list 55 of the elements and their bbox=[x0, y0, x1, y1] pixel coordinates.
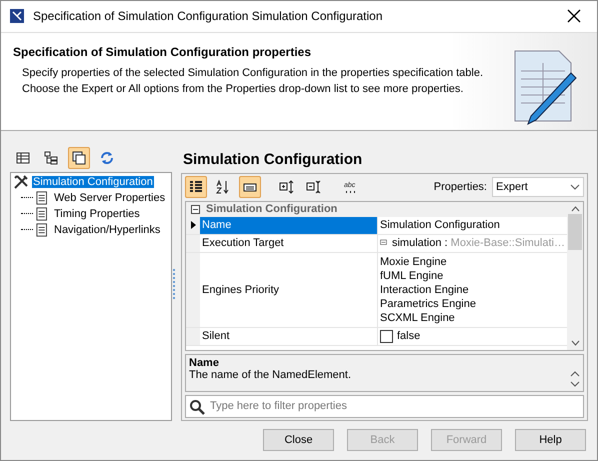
sort-icon bbox=[215, 178, 231, 195]
window-title: Specification of Simulation Configuration Simulation Configuration bbox=[33, 9, 384, 24]
property-name[interactable]: Name bbox=[200, 216, 378, 234]
refresh-icon bbox=[99, 150, 115, 166]
collapse-icon[interactable] bbox=[191, 204, 200, 214]
tree-icon bbox=[43, 150, 59, 166]
property-name[interactable]: Engines Priority bbox=[200, 252, 378, 327]
row-pointer-icon bbox=[190, 221, 196, 230]
property-value: SCXML Engine bbox=[380, 310, 455, 325]
property-name[interactable]: Silent bbox=[200, 328, 378, 345]
property-value: Interaction Engine bbox=[380, 282, 469, 297]
property-value: false bbox=[397, 329, 420, 344]
expand-icon bbox=[279, 178, 295, 195]
list-icon bbox=[188, 178, 204, 195]
tree-item[interactable]: Navigation/Hyperlinks bbox=[53, 224, 162, 236]
windows-icon bbox=[71, 150, 87, 166]
tree-item[interactable]: Simulation Configuration bbox=[32, 176, 154, 188]
filter-field[interactable]: Type here to filter properties bbox=[185, 394, 584, 418]
toolbar-button[interactable] bbox=[239, 176, 261, 198]
dialog-button[interactable]: Help bbox=[515, 429, 586, 452]
property-value: simulation : Moxie-Base::Simulati… bbox=[392, 236, 565, 250]
collapse-icon bbox=[306, 178, 322, 195]
header-description: Specify properties of the selected Simulation Configuration in the properties specification table. bbox=[21, 66, 484, 81]
property-value: Simulation Configuration bbox=[380, 218, 500, 232]
tree-item[interactable]: Web Server Properties bbox=[53, 192, 166, 204]
chevron-down-icon bbox=[570, 184, 580, 190]
header-description: Choose the Expert or All options from the Properties drop-down list to see more properties. bbox=[21, 82, 464, 97]
tools-icon bbox=[13, 174, 29, 190]
description-title: Name bbox=[189, 356, 220, 369]
properties-label: Properties: bbox=[434, 180, 487, 193]
document-icon bbox=[36, 190, 50, 206]
toolbar-button[interactable] bbox=[185, 176, 207, 198]
checkbox[interactable] bbox=[380, 330, 393, 343]
tree-item[interactable]: Timing Properties bbox=[53, 208, 141, 220]
scrollbar[interactable] bbox=[567, 202, 583, 350]
header-title: Specification of Simulation Configuration properties bbox=[13, 44, 312, 59]
row-header[interactable] bbox=[186, 216, 200, 234]
properties-dropdown[interactable]: Expert bbox=[492, 176, 584, 197]
app-icon bbox=[9, 8, 25, 24]
close-icon bbox=[567, 9, 581, 24]
search-icon bbox=[189, 398, 205, 415]
group-header: Simulation Configuration bbox=[206, 203, 338, 216]
property-name[interactable]: Execution Target bbox=[200, 234, 378, 252]
document-icon bbox=[36, 206, 50, 222]
dialog-button[interactable]: Close bbox=[263, 429, 334, 452]
property-value: fUML Engine bbox=[380, 268, 444, 283]
scroll-arrows-icon[interactable] bbox=[570, 368, 580, 389]
table-icon bbox=[15, 150, 31, 166]
description-text: The name of the NamedElement. bbox=[189, 368, 352, 383]
property-value: Parametrics Engine bbox=[380, 296, 476, 311]
property-value: Moxie Engine bbox=[380, 254, 447, 269]
toolbar-button[interactable] bbox=[68, 146, 90, 169]
document-icon bbox=[36, 222, 50, 238]
panel-title: Simulation Configuration bbox=[182, 150, 364, 170]
scrollbar-thumb[interactable] bbox=[568, 214, 582, 250]
